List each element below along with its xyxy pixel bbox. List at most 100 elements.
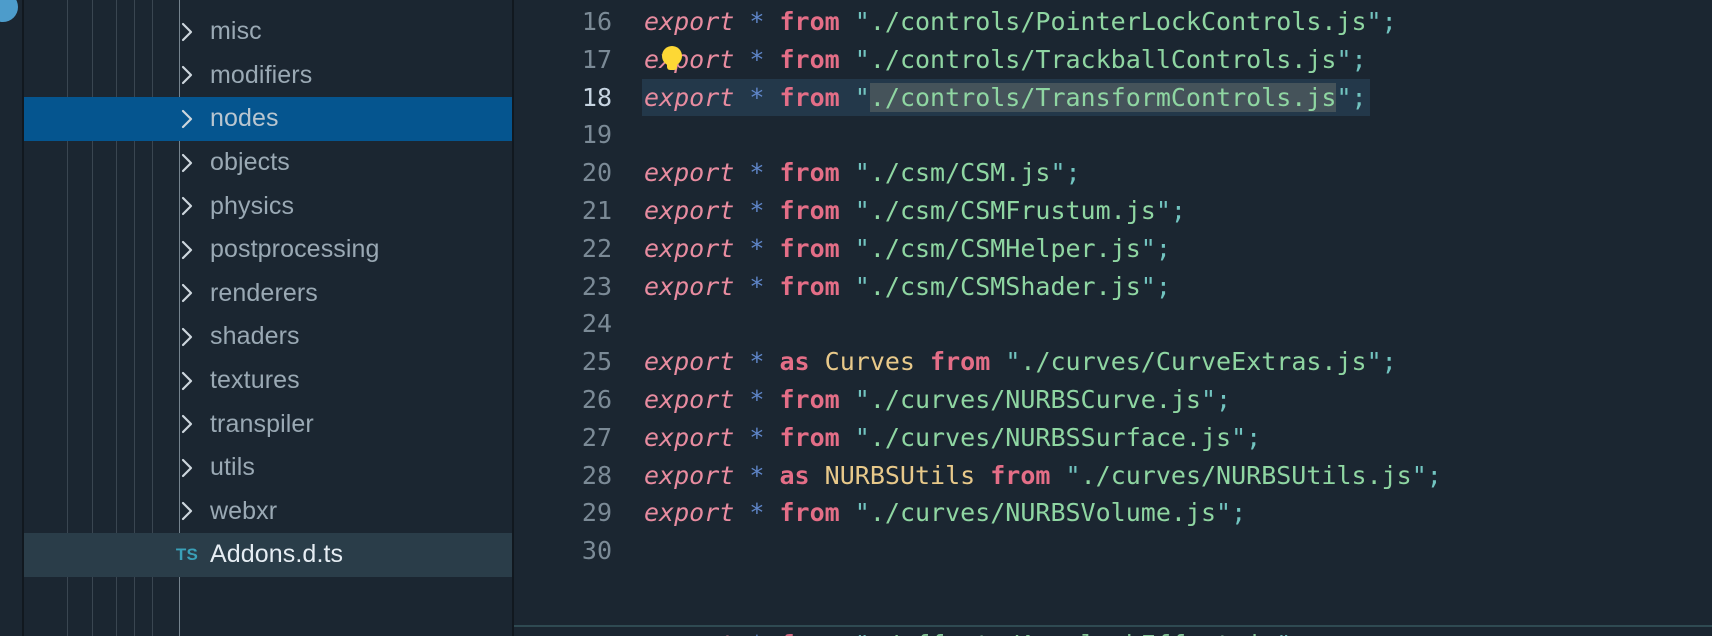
code-token: ;	[1216, 384, 1232, 414]
code-text: export * from "./curves/NURBSCurve.js";	[644, 381, 1231, 419]
tree-item-shaders[interactable]: shaders	[24, 315, 512, 359]
account-badge-icon[interactable]	[0, 0, 18, 22]
code-token: ./controls/TrackballControls.js	[869, 44, 1337, 74]
code-token: *	[749, 498, 765, 528]
tree-item-addons-d-ts[interactable]: TS Addons.d.ts	[24, 533, 512, 577]
code-token: *	[749, 233, 765, 263]
code-token: "	[855, 630, 870, 636]
chevron-right-icon[interactable]	[174, 326, 200, 348]
code-token: ;	[1231, 498, 1247, 528]
tree-item-objects[interactable]: objects	[24, 141, 512, 185]
code-token: ;	[1351, 44, 1367, 74]
tree-item-label: transpiler	[210, 409, 314, 438]
code-token: "	[854, 498, 870, 528]
code-line-24[interactable]: 24	[514, 305, 1712, 343]
code-line-30[interactable]: 30	[514, 532, 1712, 570]
chevron-right-icon[interactable]	[174, 21, 200, 43]
code-line-17[interactable]: 17 export * from "./controls/TrackballCon…	[514, 41, 1712, 79]
chevron-right-icon[interactable]	[174, 457, 200, 479]
line-number: 16	[581, 7, 612, 36]
code-token: ./controls/TransformControls.js	[869, 82, 1337, 112]
code-token: ./curves/NURBSCurve.js	[869, 384, 1201, 414]
typescript-file-icon: TS	[175, 544, 199, 564]
code-line-26[interactable]: 26 export * from "./curves/NURBSCurve.js"…	[514, 381, 1712, 419]
code-token: "	[1366, 7, 1382, 36]
code-line-19[interactable]: 19	[514, 116, 1712, 154]
tree-item-utils[interactable]: utils	[24, 446, 512, 490]
code-token: ./effects/AnaglyphEffect.js	[870, 630, 1276, 636]
code-token: export	[644, 233, 735, 263]
chevron-right-icon[interactable]	[174, 152, 200, 174]
code-text: export * from "./controls/TrackballContr…	[644, 41, 1367, 79]
code-text: export * from "./csm/CSMShader.js";	[644, 268, 1171, 306]
tree-item-postprocessing[interactable]: postprocessing	[24, 228, 512, 272]
chevron-right-icon[interactable]	[174, 500, 200, 522]
code-token: from	[779, 82, 840, 112]
code-token: ;	[1291, 630, 1306, 636]
code-token: "	[854, 158, 870, 188]
code-token: "	[1200, 384, 1217, 414]
code-token: "	[854, 195, 870, 225]
code-line-29[interactable]: 29 export * from "./curves/NURBSVolume.js…	[514, 494, 1712, 532]
code-token: "	[854, 422, 870, 452]
code-token: "	[1336, 82, 1352, 112]
tree-item-webxr[interactable]: webxr	[24, 490, 512, 534]
line-number: 30	[581, 536, 612, 566]
line-number: 20	[581, 158, 612, 188]
code-token: "	[1366, 347, 1382, 377]
code-line-23[interactable]: 23 export * from "./csm/CSMShader.js";	[514, 268, 1712, 306]
code-token: from	[990, 460, 1051, 490]
tree-item-modifiers[interactable]: modifiers	[24, 54, 512, 98]
tree-item-renderers[interactable]: renderers	[24, 272, 512, 316]
chevron-right-icon[interactable]	[174, 64, 200, 86]
line-number: 21	[581, 195, 612, 225]
code-content[interactable]: 16 export * from "./controls/PointerLockC…	[514, 0, 1712, 636]
lightbulb-code-action-icon[interactable]	[661, 45, 683, 74]
tree-item-nodes[interactable]: nodes	[24, 97, 512, 141]
code-token: "	[1140, 233, 1156, 263]
code-line-21[interactable]: 21 export * from "./csm/CSMFrustum.js";	[514, 192, 1712, 230]
chevron-right-icon[interactable]	[174, 370, 200, 392]
code-token: "	[854, 384, 870, 414]
code-line-18[interactable]: 18 export * from "./controls/TransformCon…	[514, 78, 1712, 117]
code-line-28[interactable]: 28 export * as NURBSUtils from "./curves/…	[514, 457, 1712, 495]
line-number: 17	[581, 44, 612, 74]
line-number: 27	[581, 422, 612, 452]
code-line-25[interactable]: 25 export * as Curves from "./curves/Curv…	[514, 343, 1712, 381]
chevron-right-icon[interactable]	[174, 282, 200, 304]
chevron-right-icon[interactable]	[174, 108, 200, 130]
tree-item-textures[interactable]: textures	[24, 359, 512, 403]
code-token: "	[1336, 44, 1352, 74]
chevron-right-icon[interactable]	[174, 413, 200, 435]
code-token: *	[749, 630, 764, 636]
tree-item-physics[interactable]: physics	[24, 184, 512, 228]
tree-item-label: modifiers	[210, 60, 313, 89]
code-token: ./curves/NURBSSurface.js	[869, 422, 1232, 452]
code-line-16[interactable]: 16 export * from "./controls/PointerLockC…	[514, 3, 1712, 41]
code-token: "	[1005, 347, 1021, 377]
code-token: "	[1065, 460, 1081, 490]
code-line-22[interactable]: 22 export * from "./csm/CSMHelper.js";	[514, 230, 1712, 268]
tree-item-misc[interactable]: misc	[24, 10, 512, 54]
code-token: *	[749, 384, 765, 414]
code-line-27[interactable]: 27 export * from "./curves/NURBSSurface.j…	[514, 419, 1712, 457]
tree-item-transpiler[interactable]: transpiler	[24, 402, 512, 446]
code-token: Curves	[824, 347, 915, 377]
chevron-right-icon[interactable]	[174, 239, 200, 261]
chevron-right-icon[interactable]	[174, 195, 200, 217]
code-line-20[interactable]: 20 export * from "./csm/CSM.js";	[514, 154, 1712, 192]
